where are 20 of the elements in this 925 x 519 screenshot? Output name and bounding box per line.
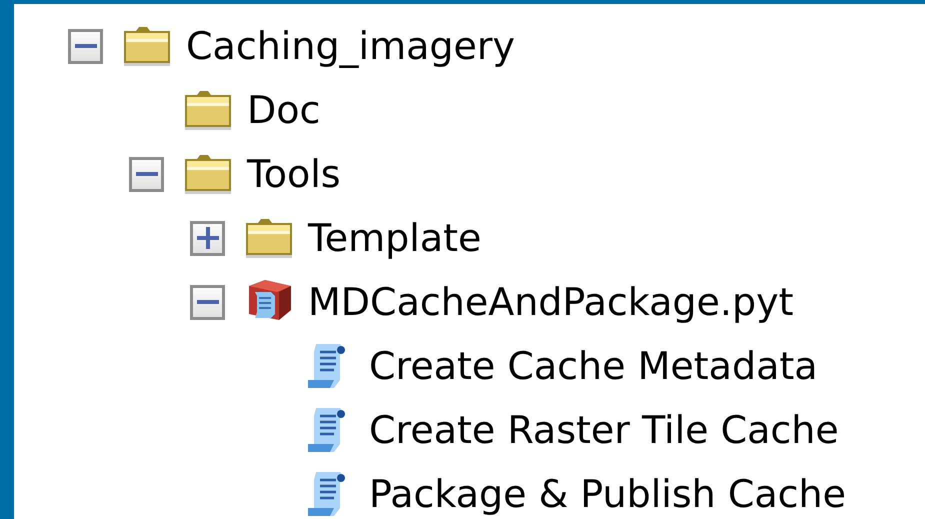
tree-item-label[interactable]: Template: [308, 216, 482, 260]
tree-item-label[interactable]: Create Raster Tile Cache: [369, 408, 839, 452]
tree-item-label[interactable]: Caching_imagery: [186, 24, 516, 68]
collapse-button[interactable]: [190, 284, 225, 320]
tree-item-label[interactable]: Create Cache Metadata: [369, 344, 818, 388]
expand-button[interactable]: [190, 220, 225, 256]
collapse-button[interactable]: [129, 156, 164, 192]
folder-icon: [184, 89, 232, 131]
minus-icon: [136, 172, 158, 176]
plus-icon: [196, 227, 218, 249]
tree-item-label[interactable]: Doc: [247, 88, 320, 132]
minus-icon: [196, 300, 218, 304]
collapse-button[interactable]: [68, 28, 103, 64]
folder-icon: [123, 25, 171, 67]
folder-icon: [245, 217, 293, 259]
folder-icon: [184, 153, 232, 195]
tree-item-label[interactable]: Tools: [247, 152, 341, 196]
tree-item-label[interactable]: MDCacheAndPackage.pyt: [308, 280, 794, 324]
minus-icon: [74, 44, 96, 48]
tree-item-label[interactable]: Package & Publish Cache: [369, 472, 846, 516]
